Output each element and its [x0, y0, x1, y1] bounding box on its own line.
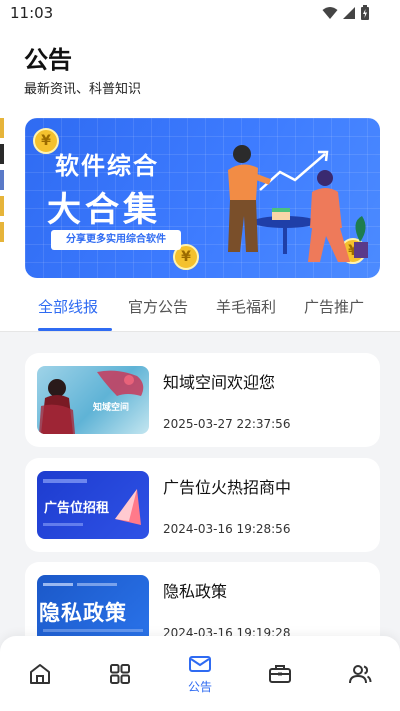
card-title: 知域空间欢迎您 [163, 373, 276, 392]
tab-all-deals[interactable]: 全部线报 [38, 296, 98, 317]
banner-illustration [228, 145, 368, 262]
briefcase-icon [269, 665, 291, 683]
apps-grid-icon [110, 664, 130, 684]
promo-banner[interactable]: ¥ ¥ ¥ 软件综合 大合集 分享更多实用综合软件 [25, 118, 380, 278]
card-date: 2025-03-27 22:37:56 [163, 417, 291, 431]
battery-icon [361, 5, 369, 20]
nav-toolbox[interactable] [255, 648, 305, 698]
status-icons [322, 5, 370, 20]
page-title: 公告 [24, 46, 72, 74]
thumbnail-text: 广告位招租 [44, 501, 110, 516]
list-item[interactable]: 知域空间 知域空间欢迎您 2025-03-27 22:37:56 [25, 353, 380, 447]
banner-tagline: 分享更多实用综合软件 [51, 230, 181, 250]
banner-headline: 软件综合 [55, 152, 159, 180]
wifi-icon [322, 6, 338, 19]
tab-ads[interactable]: 广告推广 [304, 296, 364, 317]
card-title: 广告位火热招商中 [163, 478, 292, 497]
tabs-divider [0, 331, 400, 332]
banner-title: 大合集 [47, 190, 161, 230]
card-date: 2024-03-16 19:28:56 [163, 522, 291, 536]
card-title: 隐私政策 [163, 582, 228, 601]
nav-announcements[interactable]: 公告 [175, 638, 225, 694]
list-item[interactable]: 广告位招租 广告位火热招商中 2024-03-16 19:28:56 [25, 458, 380, 552]
home-icon [30, 664, 50, 684]
nav-home[interactable] [15, 648, 65, 698]
tab-freebies[interactable]: 羊毛福利 [216, 296, 276, 317]
tab-official-notices[interactable]: 官方公告 [128, 296, 188, 317]
users-icon [349, 665, 372, 684]
card-thumbnail: 知域空间 [37, 366, 149, 434]
page-subtitle: 最新资讯、科普知识 [24, 82, 142, 97]
status-bar: 11:03 [0, 0, 400, 28]
nav-apps[interactable] [95, 648, 145, 698]
status-time: 11:03 [10, 4, 54, 22]
card-thumbnail: 广告位招租 [37, 471, 149, 539]
thumbnail-text: 知域空间 [93, 403, 130, 413]
signal-icon [343, 6, 355, 19]
bottom-navigation: 公告 [0, 636, 400, 711]
nav-label: 公告 [187, 680, 212, 694]
mail-icon [189, 656, 211, 672]
card-thumbnail: 隐私政策 [37, 575, 149, 643]
previous-banner-peek[interactable] [0, 118, 4, 278]
category-tabs: 全部线报 官方公告 羊毛福利 广告推广 [0, 290, 400, 332]
nav-profile[interactable] [335, 648, 385, 698]
thumbnail-text: 隐私政策 [39, 601, 127, 625]
